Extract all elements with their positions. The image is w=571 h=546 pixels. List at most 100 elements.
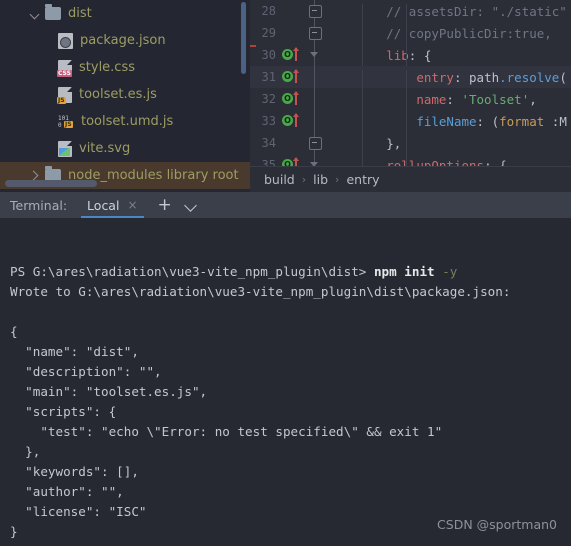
tree-horizontal-scrollbar[interactable]: [5, 180, 97, 187]
code-folding-column[interactable]: [304, 22, 326, 44]
tree-file-row[interactable]: CSS style.css: [0, 54, 250, 81]
code-line[interactable]: 34 },: [250, 132, 571, 158]
svg-image-file-icon: [58, 140, 72, 157]
tree-file-row[interactable]: package.json: [0, 27, 250, 54]
code-line[interactable]: 31 O entry: path.resolve(: [250, 66, 571, 92]
tree-vertical-scrollbar[interactable]: [241, 2, 246, 74]
js-file-icon: JS: [57, 86, 72, 104]
terminal-toolbar: Terminal: Local × +: [0, 192, 571, 218]
tree-file-row[interactable]: JS toolset.es.js: [0, 81, 250, 108]
tree-file-row[interactable]: vite.svg: [0, 135, 250, 162]
terminal-text: -y: [442, 264, 458, 279]
binary-js-file-icon: 101 0 JS: [58, 114, 73, 129]
code-token: :: [544, 113, 560, 129]
terminal-text: }: [10, 524, 18, 539]
terminal-text: "author": "",: [10, 484, 124, 499]
close-icon[interactable]: ×: [127, 198, 137, 212]
line-number: 32: [261, 92, 276, 106]
breadcrumb-separator-icon: ›: [335, 173, 340, 186]
fold-guide-line: [314, 88, 315, 110]
terminal-text: "name": "dist",: [10, 344, 139, 359]
breadcrumb-separator-icon: ›: [301, 173, 307, 186]
folder-open-icon: [45, 4, 61, 20]
code-line[interactable]: 28 // assetsDir: "./static": [250, 0, 571, 26]
terminal-text: "license": "ISC": [10, 504, 147, 519]
code-token: ,: [529, 91, 537, 107]
code-token: path: [469, 69, 500, 85]
terminal-lines: PS G:\ares\radiation\vue3-vite_npm_plugi…: [10, 262, 571, 542]
terminal-line: Wrote to G:\ares\radiation\vue3-vite_npm…: [10, 282, 571, 302]
terminal-output[interactable]: PS G:\ares\radiation\vue3-vite_npm_plugi…: [0, 218, 571, 546]
code-token: // copyPublicDir:true,: [386, 25, 552, 41]
terminal-line: PS G:\ares\radiation\vue3-vite_npm_plugi…: [10, 262, 571, 282]
chevron-down-icon[interactable]: [184, 198, 198, 212]
terminal-tab-local[interactable]: Local ×: [81, 192, 144, 218]
code-editor-panel[interactable]: 28 // assetsDir: "./static" 29 // copyPub…: [250, 0, 571, 192]
gutter-icons[interactable]: O: [276, 66, 304, 88]
breadcrumb-item-entry[interactable]: entry: [346, 172, 379, 187]
code-line[interactable]: 33 O fileName: (format :M: [250, 110, 571, 136]
code-folding-column[interactable]: [304, 88, 326, 110]
code-line[interactable]: 29 // copyPublicDir:true,: [250, 22, 571, 48]
line-number: 29: [261, 26, 276, 40]
gutter-icons[interactable]: [276, 22, 304, 44]
code-line[interactable]: 30 O lib: {: [250, 44, 571, 70]
terminal-line: "keywords": [],: [10, 462, 571, 482]
breadcrumb-item-lib[interactable]: lib: [313, 172, 328, 187]
terminal-text: "keywords": [],: [10, 464, 139, 479]
code-folding-column[interactable]: [304, 66, 326, 88]
gutter-icons[interactable]: [276, 132, 304, 154]
fold-guide-line: [314, 66, 315, 88]
code-folding-column[interactable]: [304, 132, 326, 154]
terminal-line: "author": "",: [10, 482, 571, 502]
project-tree-panel[interactable]: dist package.json CSS style.css JS toolset.es…: [0, 0, 250, 192]
vcs-change-icon[interactable]: O: [282, 49, 293, 60]
terminal-text: },: [10, 444, 41, 459]
code-line[interactable]: 32 O name: 'Toolset',: [250, 88, 571, 114]
add-terminal-icon[interactable]: +: [158, 196, 172, 214]
vcs-change-icon[interactable]: O: [282, 93, 293, 104]
gutter-icons[interactable]: O: [276, 88, 304, 110]
breadcrumb-item-build[interactable]: build: [264, 172, 295, 187]
vcs-change-icon[interactable]: O: [282, 71, 293, 82]
chevron-down-icon[interactable]: [28, 7, 42, 21]
terminal-line: },: [10, 442, 571, 462]
terminal-label: Terminal:: [10, 197, 68, 213]
watermark-text: CSDN @sportman0: [437, 517, 557, 532]
code-folding-column[interactable]: [304, 110, 326, 132]
arrow-up-icon[interactable]: [292, 47, 299, 61]
breadcrumb[interactable]: build › lib › entry: [250, 166, 571, 192]
arrow-up-icon[interactable]: [292, 69, 299, 83]
fold-marker-icon[interactable]: [309, 27, 322, 40]
tree-row-label: dist: [68, 6, 92, 21]
vcs-change-icon[interactable]: O: [282, 115, 293, 126]
fold-collapse-icon[interactable]: [309, 49, 320, 60]
tree-row-label: toolset.es.js: [79, 87, 157, 102]
code-text: name: 'Toolset',: [326, 91, 537, 114]
code-folding-column[interactable]: [304, 44, 326, 66]
arrow-up-icon[interactable]: [292, 113, 299, 127]
terminal-text: npm init: [373, 264, 443, 279]
code-token: 'Toolset': [461, 91, 530, 107]
arrow-up-icon[interactable]: [292, 91, 299, 105]
gutter-icons[interactable]: O: [276, 44, 304, 66]
tree-row-label: package.json: [80, 33, 166, 48]
fold-marker-icon[interactable]: [309, 137, 322, 150]
code-folding-column[interactable]: [304, 0, 326, 22]
code-lines: 28 // assetsDir: "./static" 29 // copyPub…: [250, 0, 571, 180]
terminal-line: "description": "",: [10, 362, 571, 382]
gutter-icons[interactable]: [276, 0, 304, 22]
css-file-icon: CSS: [57, 59, 72, 77]
tree-folder-row[interactable]: dist: [0, 0, 250, 27]
fold-marker-icon[interactable]: [309, 5, 322, 18]
tree-row-label: toolset.umd.js: [81, 114, 174, 129]
terminal-text: PS G:\ares\radiation\vue3-vite_npm_plugi…: [10, 264, 374, 279]
terminal-text: "test": "echo \"Error: no test specified…: [10, 424, 443, 439]
gutter-icons[interactable]: O: [276, 110, 304, 132]
error-stripe-marker: [250, 45, 256, 47]
tree-file-row[interactable]: 101 0 JS toolset.umd.js: [0, 108, 250, 135]
terminal-line: "main": "toolset.es.js",: [10, 382, 571, 402]
